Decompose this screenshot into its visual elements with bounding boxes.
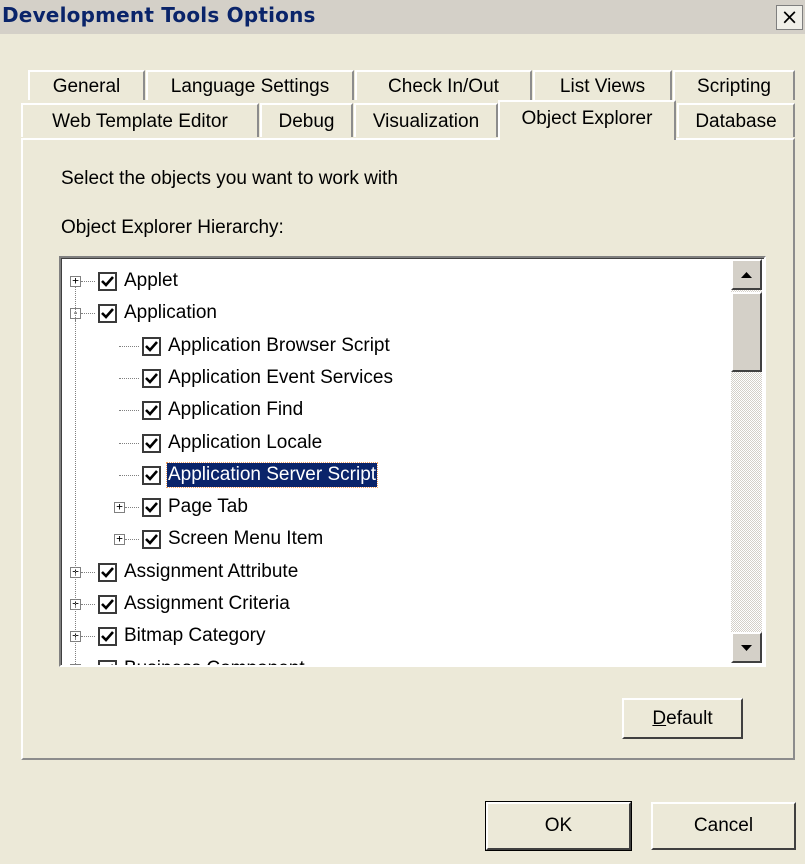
scroll-down-button[interactable]: [731, 632, 762, 663]
tree-item[interactable]: Application Browser Script: [61, 331, 731, 363]
tree-connector: [81, 604, 95, 605]
tree-item[interactable]: Application Locale: [61, 428, 731, 460]
tree-item[interactable]: Application Find: [61, 395, 731, 427]
close-icon: ×: [780, 5, 799, 29]
tree-item-checkbox[interactable]: [142, 401, 161, 421]
tab-label: General: [52, 76, 121, 97]
plus-icon[interactable]: +: [114, 501, 125, 514]
scroll-up-arrow-icon: [741, 272, 752, 278]
tree-item-label: Application Find: [168, 399, 304, 421]
tree-connector: [119, 442, 139, 444]
tree-item-label: Application: [124, 302, 217, 324]
instruction-label: Select the objects you want to work with: [61, 168, 398, 189]
tree-item[interactable]: + Assignment Attribute: [61, 557, 731, 589]
tree-connector: [81, 571, 95, 573]
tree-item-checkbox[interactable]: [142, 465, 161, 485]
tree-vertical-scrollbar[interactable]: [731, 259, 762, 663]
tree-connector: [119, 474, 139, 476]
tree-connector: [81, 313, 95, 315]
ok-button[interactable]: OK: [485, 801, 632, 851]
tab-visualization[interactable]: Visualization: [354, 103, 498, 137]
scrollbar-thumb[interactable]: [731, 292, 762, 372]
tree-item-checkbox[interactable]: [98, 272, 117, 291]
tree-connector: [119, 345, 139, 347]
object-explorer-tree[interactable]: + Applet - Application Application Browser S…: [59, 256, 766, 667]
tab-label: Visualization: [372, 111, 480, 132]
tree-item[interactable]: Application Server Script: [61, 460, 731, 492]
tab-list-views[interactable]: List Views: [533, 70, 672, 100]
tab-label: Debug: [278, 111, 335, 132]
close-button[interactable]: ×: [776, 5, 803, 30]
tree-item-checkbox[interactable]: [98, 627, 117, 647]
tree-connector: [125, 507, 139, 509]
tree-item-checkbox[interactable]: [98, 304, 117, 324]
tree-connector: [81, 636, 95, 638]
title-bar: Development Tools Options ×: [0, 0, 805, 34]
tree-connector: [119, 410, 139, 412]
tree-item[interactable]: + Assignment Criteria: [61, 589, 731, 621]
tree-item-checkbox[interactable]: [98, 595, 117, 614]
tab-object-explorer[interactable]: Object Explorer: [498, 100, 676, 140]
tree-item-label: Application Browser Script: [168, 334, 390, 356]
tree-item-label: Page Tab: [168, 496, 248, 518]
tab-label: Object Explorer: [521, 108, 653, 129]
tab-label: List Views: [559, 76, 646, 97]
tree-item-label: Application Locale: [168, 431, 323, 453]
tree-connector: [125, 539, 139, 541]
tree-connector-root: [75, 286, 76, 665]
tree-item[interactable]: +Business Component: [61, 654, 731, 665]
tree-item-label: Screen Menu Item: [168, 528, 324, 550]
tree-connector: [119, 377, 139, 379]
tree-item-label: Application Event Services: [168, 366, 393, 388]
ok-label: OK: [544, 815, 573, 836]
tree-connector: [81, 281, 95, 282]
tree-item-label: Applet: [124, 270, 178, 291]
tree-item[interactable]: + Page Tab: [61, 492, 731, 524]
cancel-label: Cancel: [693, 815, 754, 836]
default-mnemonic: D: [652, 708, 667, 729]
tree-content: + Applet - Application Application Browser S…: [61, 258, 733, 665]
tab-label: Database: [695, 111, 777, 132]
plus-icon[interactable]: +: [114, 533, 125, 546]
tree-item-checkbox[interactable]: [142, 530, 161, 550]
tree-item-label: Application Server Script: [165, 461, 379, 488]
tree-item[interactable]: + Bitmap Category: [61, 621, 731, 653]
tree-item-checkbox[interactable]: [142, 433, 161, 453]
cancel-button[interactable]: Cancel: [651, 802, 796, 850]
scroll-down-arrow-icon: [741, 645, 752, 651]
tree-item-label: Business Component: [123, 657, 306, 665]
tree-item-label: Bitmap Category: [124, 625, 266, 647]
tree-item-checkbox[interactable]: [142, 368, 161, 388]
tree-item[interactable]: + Applet: [61, 266, 731, 298]
tab-debug[interactable]: Debug: [260, 103, 353, 137]
default-label-rest: efault: [666, 708, 713, 729]
tree-item-checkbox[interactable]: [142, 498, 161, 518]
tree-item[interactable]: + Screen Menu Item: [61, 524, 731, 556]
tree-item[interactable]: - Application: [61, 298, 731, 330]
tree-item-checkbox[interactable]: [142, 336, 161, 356]
tab-language-settings[interactable]: Language Settings: [146, 70, 354, 100]
tab-general[interactable]: General: [28, 70, 145, 100]
tree-item-label: Assignment Attribute: [124, 560, 299, 582]
tree-item-checkbox[interactable]: [98, 562, 117, 582]
scroll-up-button[interactable]: [731, 259, 762, 290]
tab-label: Web Template Editor: [52, 111, 228, 132]
tab-label: Language Settings: [170, 76, 330, 97]
tab-label: Scripting: [697, 76, 771, 97]
tab-web-template-editor[interactable]: Web Template Editor: [21, 103, 259, 137]
tab-database[interactable]: Database: [677, 103, 795, 137]
hierarchy-label: Object Explorer Hierarchy:: [61, 217, 284, 238]
window-title: Development Tools Options: [2, 3, 316, 27]
tree-item-checkbox[interactable]: [98, 659, 117, 665]
tab-scripting[interactable]: Scripting: [673, 70, 795, 100]
tree-item-label: Assignment Criteria: [124, 593, 290, 614]
tab-label: Check In/Out: [388, 76, 499, 97]
tab-check-in-out[interactable]: Check In/Out: [355, 70, 532, 100]
tree-item[interactable]: Application Event Services: [61, 363, 731, 395]
default-button[interactable]: Default: [622, 698, 743, 739]
